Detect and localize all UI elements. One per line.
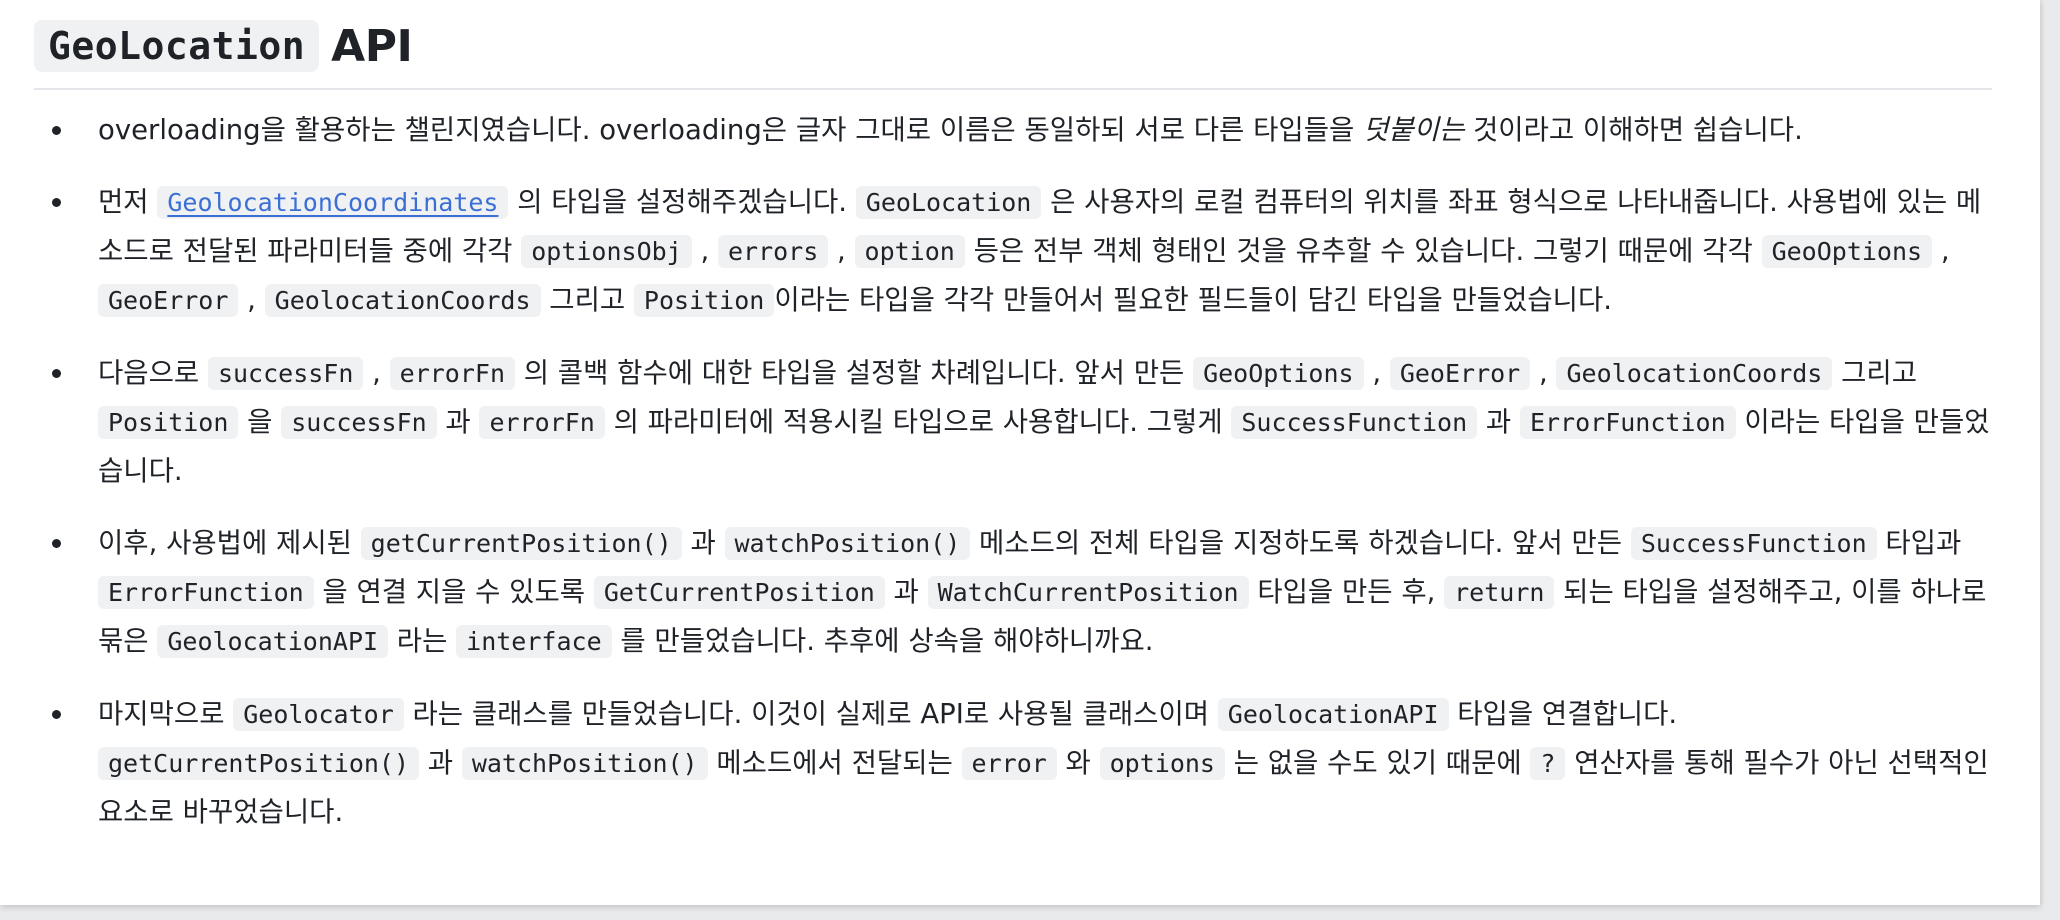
inline-code: error bbox=[961, 747, 1057, 780]
text-span: 다음으로 bbox=[98, 357, 208, 389]
text-span: 의 타입을 설정해주겠습니다. bbox=[508, 186, 856, 218]
inline-code: ErrorFunction bbox=[1519, 406, 1736, 439]
inline-code: getCurrentPosition() bbox=[98, 747, 420, 780]
text-span: 먼저 bbox=[98, 186, 158, 218]
text-span: 을 연결 지을 수 있도록 bbox=[313, 576, 594, 608]
list-item: 마지막으로 Geolocator 라는 클래스를 만들었습니다. 이것이 실제로… bbox=[52, 690, 1992, 836]
inline-code: return bbox=[1444, 576, 1555, 609]
inline-code: GetCurrentPosition bbox=[593, 576, 885, 609]
text-span: 이후, 사용법에 제시된 bbox=[98, 527, 361, 559]
inline-code: interface bbox=[456, 625, 612, 658]
text-span: , bbox=[1530, 357, 1557, 389]
inline-code: GeolocationCoordinates bbox=[157, 186, 509, 219]
inline-code: errorFn bbox=[389, 357, 516, 390]
inline-code: GeoOptions bbox=[1761, 235, 1933, 268]
text-span: 그리고 bbox=[1832, 357, 1918, 389]
list-item: 먼저 GeolocationCoordinates 의 타입을 설정해주겠습니다… bbox=[52, 178, 1992, 325]
inline-code: options bbox=[1099, 747, 1225, 780]
heading-text: API bbox=[331, 20, 413, 72]
text-span: , bbox=[828, 235, 855, 267]
text-span: 타입을 만든 후, bbox=[1248, 576, 1445, 608]
list-item: 다음으로 successFn , errorFn 의 콜백 함수에 대한 타입을… bbox=[52, 349, 1992, 495]
inline-code: GeoError bbox=[1389, 357, 1531, 390]
geolocation-coordinates-link[interactable]: GeolocationCoordinates bbox=[157, 186, 509, 219]
inline-code: watchPosition() bbox=[724, 527, 971, 560]
inline-code: GeolocationAPI bbox=[157, 625, 389, 658]
inline-code: Position bbox=[98, 406, 239, 439]
text-span: 과 bbox=[436, 406, 480, 438]
text-span: 등은 전부 객체 형태인 것을 유추할 수 있습니다. 그렇기 때문에 각각 bbox=[964, 235, 1762, 267]
text-span: 는 없을 수도 있기 때문에 bbox=[1224, 747, 1531, 779]
text-span: 메소드에서 전달되는 bbox=[707, 747, 962, 779]
inline-code: successFn bbox=[281, 406, 437, 439]
text-span: 과 bbox=[1477, 406, 1520, 438]
text-span: 라는 클래스를 만들었습니다. 이것이 실제로 API로 사용될 클래스이며 bbox=[403, 698, 1218, 730]
text-span: 것이라고 이해하면 쉽습니다. bbox=[1464, 114, 1803, 146]
inline-code: getCurrentPosition() bbox=[360, 527, 682, 560]
section-heading: GeoLocation API bbox=[34, 0, 1992, 90]
inline-code: SuccessFunction bbox=[1231, 406, 1478, 439]
text-span: 을 bbox=[238, 406, 282, 438]
text-span: 마지막으로 bbox=[98, 698, 234, 730]
inline-code: GeolocationCoords bbox=[1556, 357, 1833, 390]
inline-code: errors bbox=[717, 235, 829, 268]
inline-code: GeolocationCoords bbox=[264, 284, 541, 317]
inline-code: Position bbox=[633, 284, 775, 317]
text-span: 과 bbox=[884, 576, 928, 608]
emphasis-text: 덧붙이는 bbox=[1363, 114, 1465, 146]
inline-code: GeolocationAPI bbox=[1217, 698, 1449, 731]
list-item: overloading을 활용하는 챌린지였습니다. overloading은 … bbox=[52, 106, 1992, 154]
text-span: overloading을 활용하는 챌린지였습니다. overloading은 … bbox=[98, 114, 1364, 146]
heading-code: GeoLocation bbox=[34, 20, 320, 72]
text-span: 메소드의 전체 타입을 지정하도록 하겠습니다. 앞서 만든 bbox=[970, 527, 1631, 559]
list-item: 이후, 사용법에 제시된 getCurrentPosition() 과 watc… bbox=[52, 519, 1992, 666]
inline-code: WatchCurrentPosition bbox=[927, 576, 1249, 609]
text-span: , bbox=[363, 357, 390, 389]
text-span: 타입과 bbox=[1876, 527, 1962, 559]
text-span: 라는 bbox=[388, 625, 457, 657]
inline-code: ? bbox=[1530, 747, 1566, 780]
bullet-list: overloading을 활용하는 챌린지였습니다. overloading은 … bbox=[34, 106, 1992, 836]
inline-code: ErrorFunction bbox=[98, 576, 314, 609]
text-span: 과 bbox=[681, 527, 725, 559]
text-span: 와 bbox=[1056, 747, 1100, 779]
text-span: , bbox=[1932, 235, 1950, 267]
inline-code: Geolocator bbox=[233, 698, 404, 731]
text-span: , bbox=[691, 235, 718, 267]
inline-code: SuccessFunction bbox=[1630, 527, 1877, 560]
text-span: 의 콜백 함수에 대한 타입을 설정할 차례입니다. 앞서 만든 bbox=[515, 357, 1194, 389]
text-span: 를 만들었습니다. 추후에 상속을 해야하니까요. bbox=[611, 625, 1154, 657]
inline-code: errorFn bbox=[479, 406, 605, 439]
text-span: 그리고 bbox=[540, 284, 634, 316]
text-span: 타입을 연결합니다. bbox=[1448, 698, 1678, 730]
inline-code: GeoLocation bbox=[855, 186, 1042, 219]
inline-code: successFn bbox=[207, 357, 364, 390]
inline-code: watchPosition() bbox=[461, 747, 708, 780]
inline-code: optionsObj bbox=[521, 235, 692, 268]
inline-code: GeoOptions bbox=[1193, 357, 1364, 390]
text-span: 과 bbox=[419, 747, 462, 779]
text-span: 의 파라미터에 적용시킬 타입으로 사용합니다. 그렇게 bbox=[604, 406, 1232, 438]
text-span: , bbox=[238, 284, 265, 316]
text-span: , bbox=[1363, 357, 1390, 389]
inline-code: option bbox=[854, 235, 965, 268]
text-span: 이라는 타입을 각각 만들어서 필요한 필드들이 담긴 타입을 만들었습니다. bbox=[774, 284, 1613, 316]
document-page: GeoLocation API overloading을 활용하는 챌린지였습니… bbox=[0, 0, 2040, 905]
inline-code: GeoError bbox=[98, 284, 239, 317]
